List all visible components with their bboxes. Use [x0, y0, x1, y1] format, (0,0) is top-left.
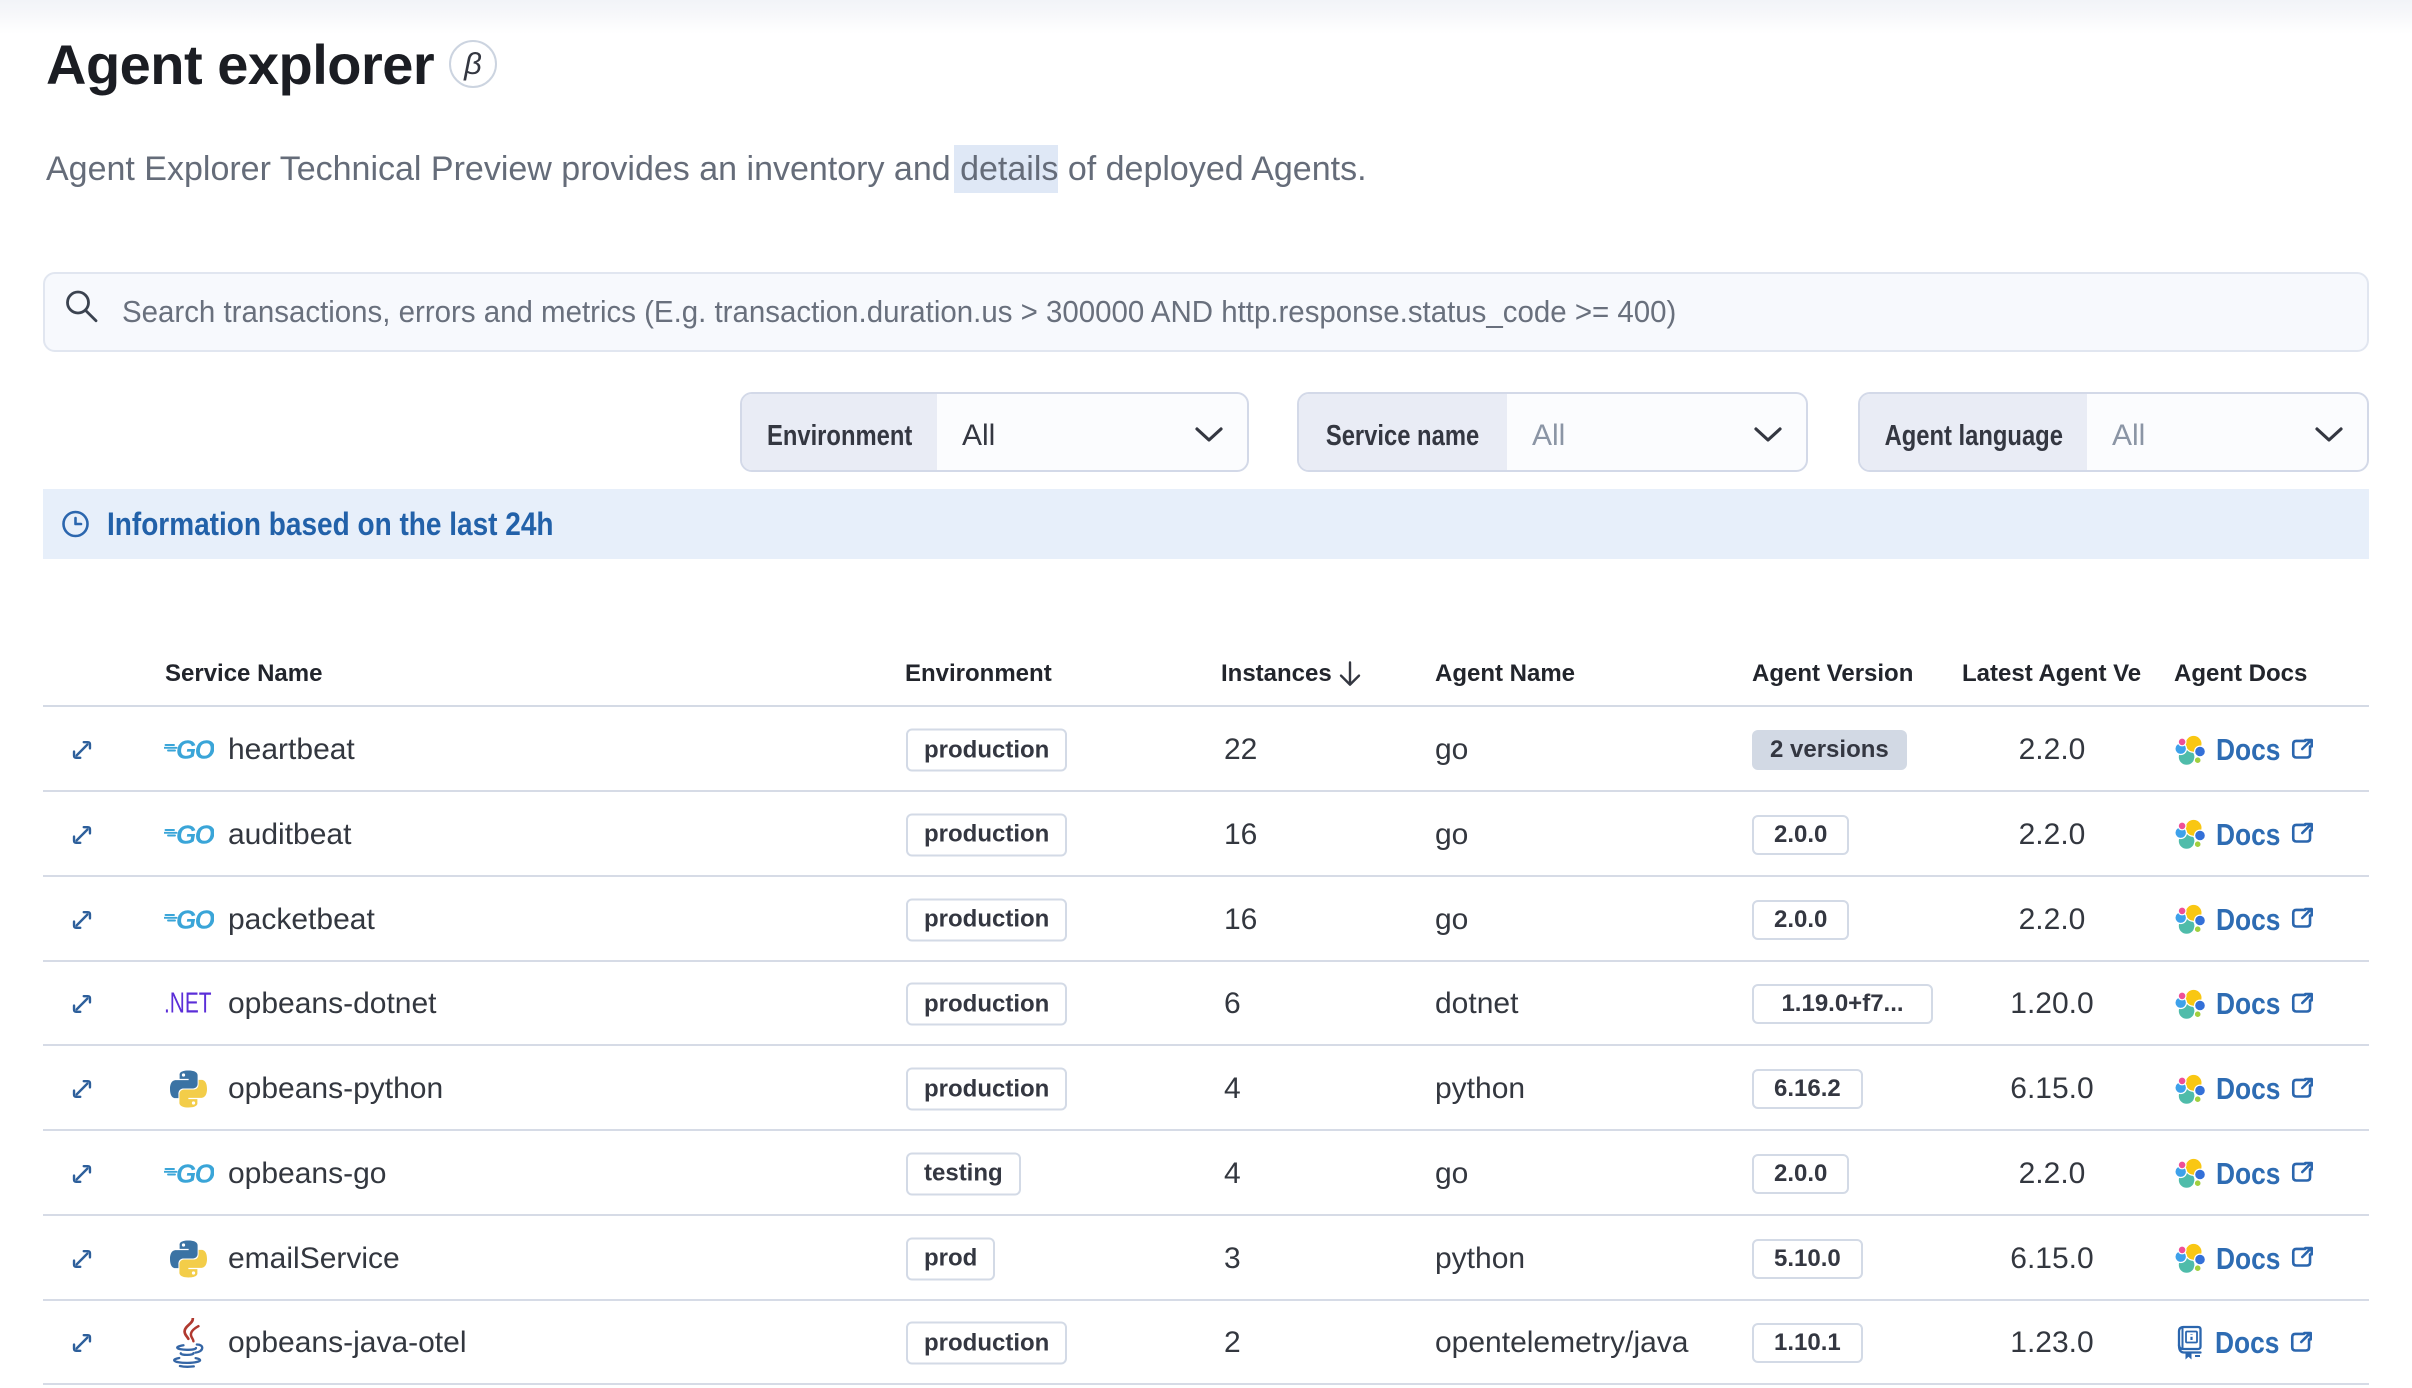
svg-text:GO: GO: [176, 824, 214, 846]
svg-text:GO: GO: [176, 1163, 214, 1185]
svg-text:GO: GO: [176, 909, 214, 931]
svg-text:GO: GO: [176, 739, 214, 761]
